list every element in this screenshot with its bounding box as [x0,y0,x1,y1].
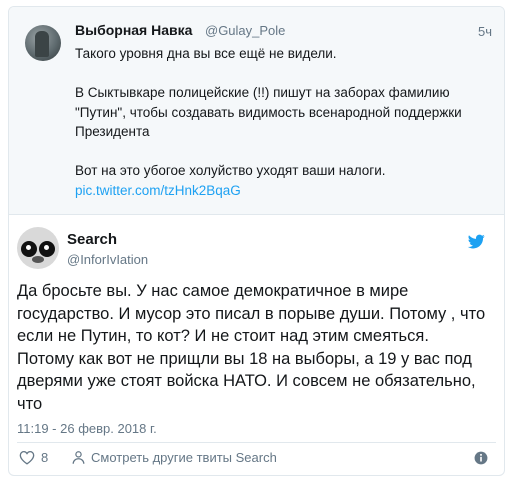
author-avatar[interactable] [17,227,59,269]
heart-icon[interactable] [19,450,35,465]
twitter-bird-icon[interactable] [467,233,486,250]
avatar-eye [21,241,37,257]
more-tweets-link[interactable]: Смотреть другие твиты Search [91,450,277,465]
person-icon[interactable] [71,450,86,465]
quoted-paragraph: Такого уровня дна вы все ещё не видели. [75,46,337,61]
footer-divider [17,442,496,443]
avatar-snout [32,256,44,263]
quoted-avatar[interactable] [25,25,61,61]
quoted-author-handle[interactable]: @Gulay_Pole [205,23,285,38]
quoted-author-name[interactable]: Выборная Навка [75,22,192,38]
quoted-media-link[interactable]: pic.twitter.com/tzHnk2BqaG [75,181,485,201]
tweet-date[interactable]: 11:19 - 26 февр. 2018 г. [17,421,157,436]
avatar-eye [39,241,55,257]
quoted-paragraph: Вот на это убогое холуйство уходят ваши … [75,163,386,178]
quoted-timestamp[interactable]: 5ч [478,24,492,39]
tweet-text: Да бросьте вы. У нас самое демократичное… [17,282,486,413]
embedded-tweet-card: Выборная Навка @Gulay_Pole 5ч Такого уро… [8,6,505,476]
quoted-paragraph: В Сыктывкаре полицейские (!!) пишут на з… [75,85,462,139]
quoted-tweet[interactable]: Выборная Навка @Gulay_Pole 5ч Такого уро… [9,7,504,215]
author-name[interactable]: Search [67,231,117,248]
quoted-tweet-text: Такого уровня дна вы все ещё не видели. … [75,44,485,200]
info-icon[interactable] [474,451,488,465]
like-count[interactable]: 8 [41,450,48,465]
author-handle[interactable]: @InforIvIation [67,252,148,267]
